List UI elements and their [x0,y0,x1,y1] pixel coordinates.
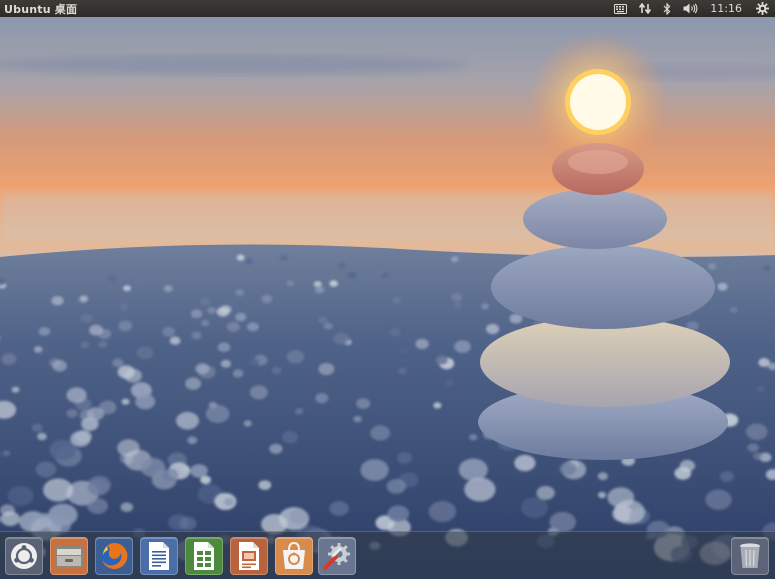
wallpaper [0,17,775,579]
firefox-icon [101,542,128,569]
files-icon [55,546,83,568]
volume-icon[interactable] [683,0,698,17]
launcher-item-files[interactable] [50,537,88,575]
launcher-item-system-settings[interactable] [318,537,356,575]
impress-icon [239,542,259,570]
top-panel: Ubuntu 桌面 11:16 [0,0,775,17]
calc-icon [194,542,214,570]
writer-icon [149,542,169,570]
window-title: Ubuntu 桌面 [4,2,78,16]
launcher-item-trash[interactable] [731,537,769,575]
launcher-item-writer[interactable] [140,537,178,575]
network-arrows-icon[interactable] [639,0,652,17]
bluetooth-icon[interactable] [663,0,671,17]
launcher-item-dash[interactable] [5,537,43,575]
launcher-item-software-center[interactable] [275,537,313,575]
launcher-item-impress[interactable] [230,537,268,575]
session-gear-icon[interactable] [756,0,769,17]
indicator-area: 11:16 [608,0,775,17]
launcher-item-firefox[interactable] [95,537,133,575]
clock[interactable]: 11:16 [710,2,742,15]
software-center-icon [283,541,305,569]
system-settings-icon [323,543,350,570]
ubuntu-dash-icon [11,543,37,569]
keyboard-icon[interactable] [614,0,628,17]
launcher-dock [0,531,775,579]
desktop: Ubuntu 桌面 11:16 [0,0,775,579]
trash-icon [740,543,760,568]
launcher-item-calc[interactable] [185,537,223,575]
